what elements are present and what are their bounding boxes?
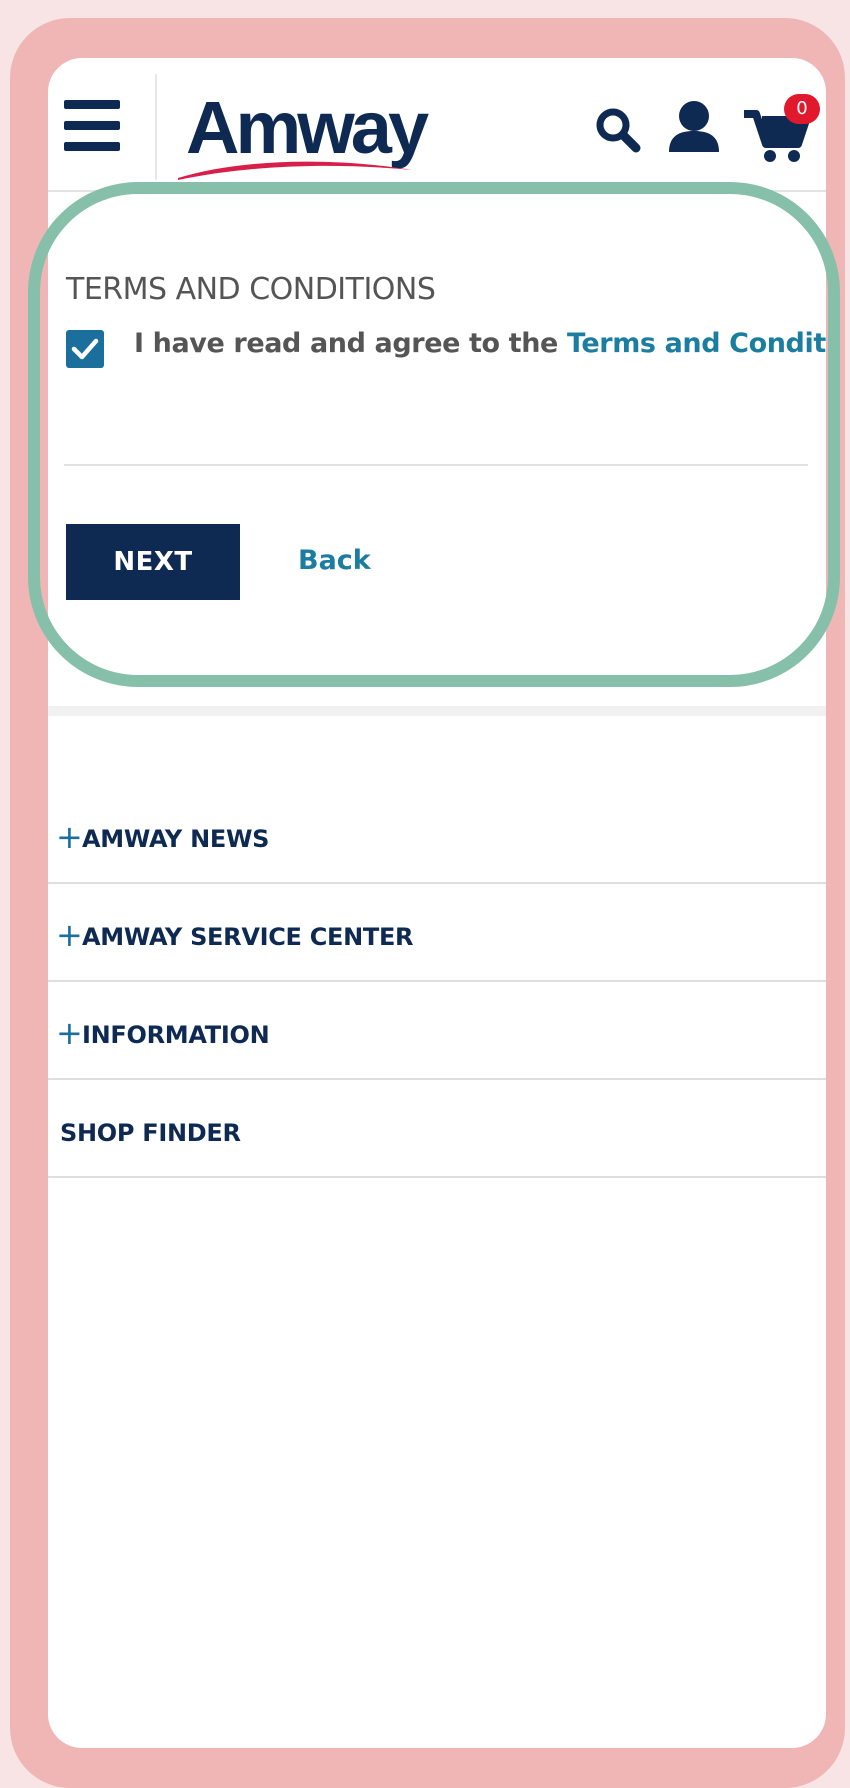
logo-swoosh-icon bbox=[178, 161, 412, 180]
menu-bar bbox=[64, 100, 120, 109]
terms-and-conditions-link[interactable]: Terms and Conditions bbox=[567, 328, 826, 359]
footer-item-information[interactable]: + INFORMATION bbox=[48, 982, 826, 1080]
account-icon[interactable] bbox=[666, 100, 722, 154]
footer-item-label: INFORMATION bbox=[82, 1021, 270, 1049]
section-divider bbox=[64, 464, 808, 466]
footer-item-amway-news[interactable]: + AMWAY NEWS bbox=[48, 786, 826, 884]
checkmark-icon bbox=[71, 338, 99, 360]
terms-title: TERMS AND CONDITIONS bbox=[66, 272, 436, 307]
search-icon[interactable] bbox=[594, 106, 642, 154]
plus-icon: + bbox=[56, 1014, 83, 1052]
terms-checkbox[interactable] bbox=[66, 330, 104, 368]
menu-bar bbox=[64, 121, 120, 130]
plus-icon: + bbox=[56, 916, 83, 954]
plus-icon: + bbox=[56, 818, 83, 856]
footer-item-shop-finder[interactable]: SHOP FINDER bbox=[48, 1080, 826, 1178]
menu-bar bbox=[64, 142, 120, 151]
header-divider bbox=[155, 74, 157, 180]
cart-icon[interactable]: 0 bbox=[742, 94, 822, 162]
back-link[interactable]: Back bbox=[298, 545, 371, 576]
terms-agree-prefix: I have read and agree to the bbox=[134, 328, 567, 359]
cart-count-badge: 0 bbox=[784, 94, 820, 124]
footer-item-label: SHOP FINDER bbox=[60, 1119, 241, 1147]
amway-logo[interactable]: Amway bbox=[176, 88, 429, 180]
terms-agree-text: I have read and agree to the Terms and C… bbox=[134, 328, 826, 359]
footer-item-label: AMWAY SERVICE CENTER bbox=[82, 923, 414, 951]
site-header: Amway 0 bbox=[48, 58, 826, 192]
menu-icon[interactable] bbox=[64, 100, 120, 152]
next-button[interactable]: NEXT bbox=[66, 524, 240, 600]
phone-screen: Amway 0 TERMS AND CONDITIONS I have read… bbox=[48, 58, 826, 1748]
footer-item-amway-service-center[interactable]: + AMWAY SERVICE CENTER bbox=[48, 884, 826, 982]
section-separator bbox=[48, 706, 826, 716]
footer-item-label: AMWAY NEWS bbox=[82, 825, 270, 853]
